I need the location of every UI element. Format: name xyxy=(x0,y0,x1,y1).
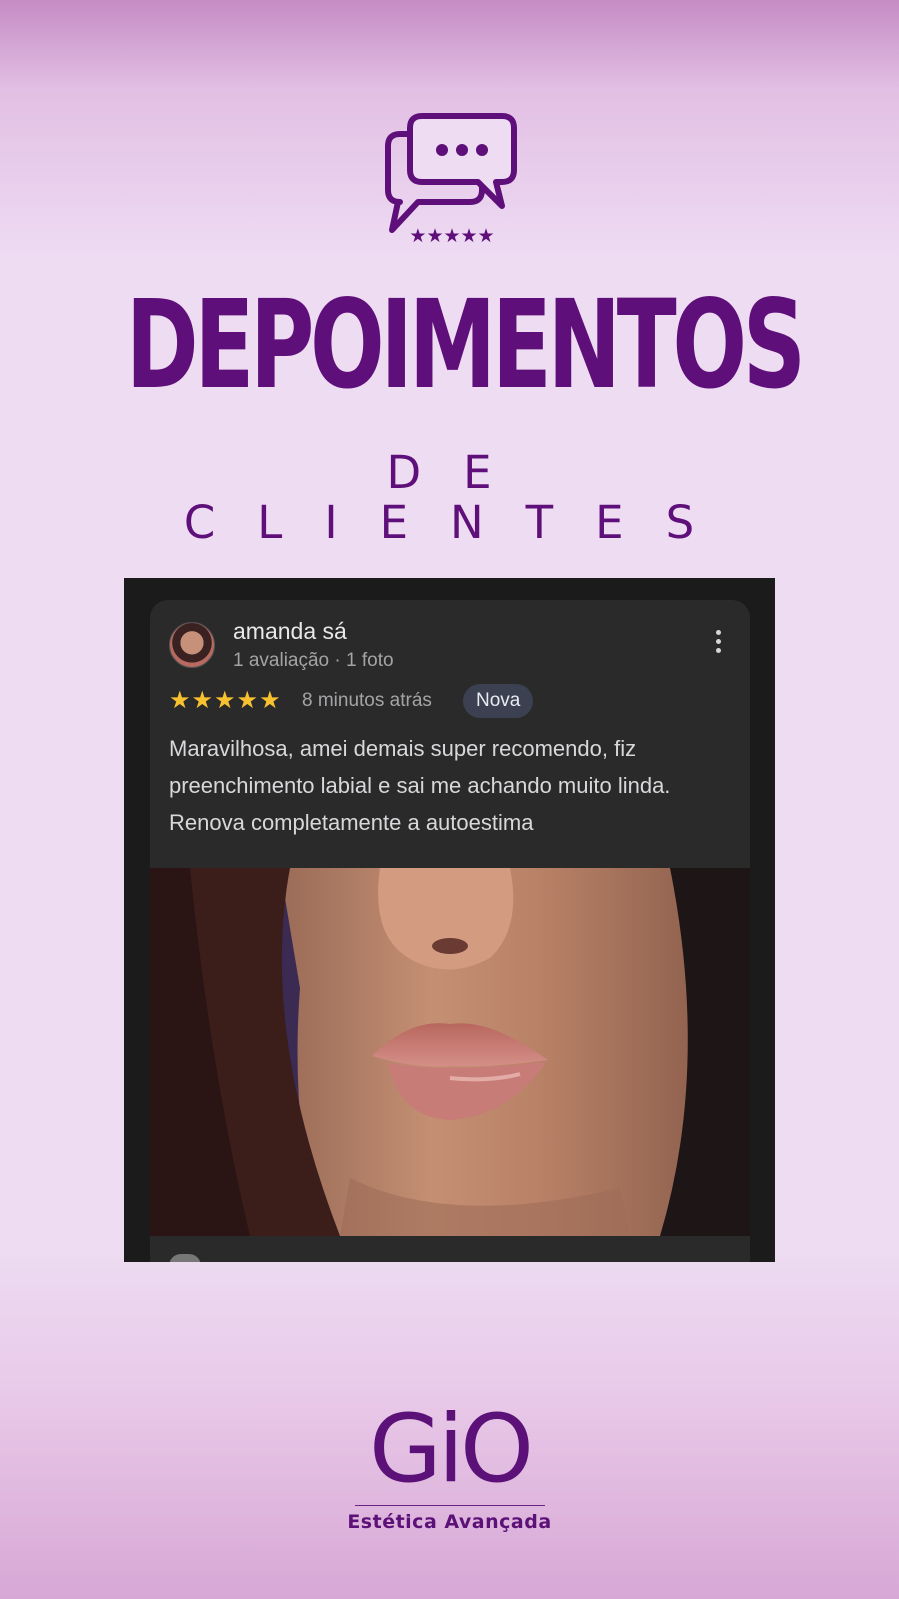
svg-text:★★★★★: ★★★★★ xyxy=(409,225,494,247)
review-time: 8 minutos atrás xyxy=(302,690,432,711)
vertical-ellipsis-icon xyxy=(715,630,721,635)
more-options-button[interactable] xyxy=(712,630,724,660)
thumbs-up-icon[interactable] xyxy=(169,1254,201,1262)
new-badge: Nova xyxy=(463,684,534,718)
chat-bubbles-icon: ★★★★★ xyxy=(385,113,517,247)
brand-divider xyxy=(355,1505,545,1506)
review-text: Maravilhosa, amei demais super recomendo… xyxy=(169,736,671,835)
page-subtitle: DE CLIENTES xyxy=(183,446,737,549)
brand-tagline: Estética Avançada xyxy=(347,1511,552,1533)
reviewer-meta: 1 avaliação · 1 foto xyxy=(233,650,394,671)
reviewer-name[interactable]: amanda sá xyxy=(233,618,347,645)
review-photo[interactable] xyxy=(150,868,750,1236)
brand-logo: GiO xyxy=(369,1395,534,1504)
page-title: DEPOIMENTOS xyxy=(125,274,806,416)
review-screenshot: amanda sá 1 avaliação · 1 foto ★★★★★ 8 m… xyxy=(124,578,775,1262)
avatar[interactable] xyxy=(169,622,215,668)
star-rating: ★★★★★ xyxy=(169,687,282,714)
review-card: amanda sá 1 avaliação · 1 foto ★★★★★ 8 m… xyxy=(150,600,750,1262)
